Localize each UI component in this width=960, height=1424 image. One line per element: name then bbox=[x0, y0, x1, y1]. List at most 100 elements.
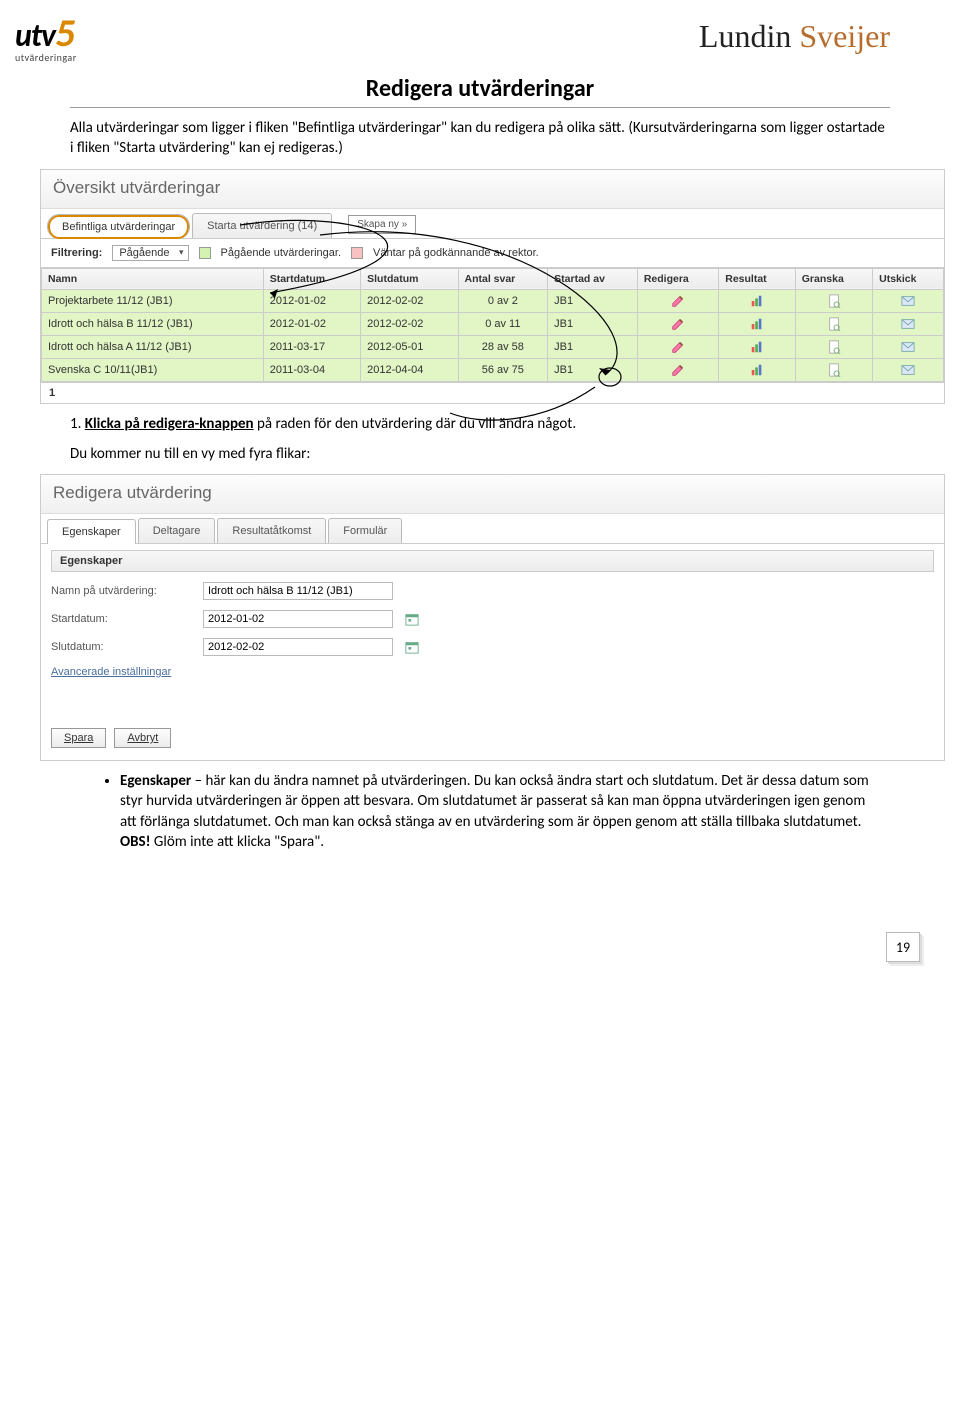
cell-mail[interactable] bbox=[873, 335, 944, 358]
mail-icon[interactable] bbox=[901, 363, 915, 377]
edit-icon[interactable] bbox=[671, 363, 685, 377]
tab-formular[interactable]: Formulär bbox=[328, 518, 402, 543]
cell-mail[interactable] bbox=[873, 312, 944, 335]
edit-panel: Redigera utvärdering Egenskaper Deltagar… bbox=[40, 474, 945, 761]
step-2: Du kommer nu till en vy med fyra flikar: bbox=[70, 444, 890, 464]
cell-review[interactable] bbox=[795, 358, 872, 381]
cell-result[interactable] bbox=[719, 289, 796, 312]
col-utskick[interactable]: Utskick bbox=[873, 268, 944, 289]
cell-review[interactable] bbox=[795, 289, 872, 312]
table-row: Svenska C 10/11(JB1)2011-03-042012-04-04… bbox=[42, 358, 944, 381]
page-number[interactable]: 1 bbox=[49, 387, 55, 399]
col-antal[interactable]: Antal svar bbox=[458, 268, 548, 289]
page-title: Redigera utvärderingar bbox=[70, 74, 890, 108]
section-egenskaper: Egenskaper bbox=[51, 550, 934, 572]
cell-edit[interactable] bbox=[637, 358, 718, 381]
cell-name: Svenska C 10/11(JB1) bbox=[42, 358, 264, 381]
cell-result[interactable] bbox=[719, 335, 796, 358]
cancel-button[interactable]: Avbryt bbox=[114, 728, 171, 748]
skapa-ny-button[interactable]: Skapa ny » bbox=[348, 215, 416, 234]
cell-edit[interactable] bbox=[637, 312, 718, 335]
filter-label: Filtrering: bbox=[51, 247, 102, 259]
col-slutdatum[interactable]: Slutdatum bbox=[361, 268, 458, 289]
cell-end: 2012-02-02 bbox=[361, 289, 458, 312]
col-startdatum[interactable]: Startdatum bbox=[263, 268, 360, 289]
cell-review[interactable] bbox=[795, 335, 872, 358]
overview-tabs: Befintliga utvärderingar Starta utvärder… bbox=[41, 213, 944, 239]
calendar-icon[interactable] bbox=[405, 640, 419, 654]
table-row: Idrott och hälsa B 11/12 (JB1)2012-01-02… bbox=[42, 312, 944, 335]
cell-by: JB1 bbox=[548, 358, 638, 381]
page-number-badge: 19 bbox=[886, 932, 920, 962]
col-granska[interactable]: Granska bbox=[795, 268, 872, 289]
cell-count: 28 av 58 bbox=[458, 335, 548, 358]
input-end[interactable] bbox=[203, 638, 393, 656]
logo-subtitle: utvärderingar bbox=[15, 51, 77, 64]
document-icon[interactable] bbox=[827, 317, 841, 331]
label-name: Namn på utvärdering: bbox=[51, 585, 191, 597]
logo-utv5: utv5 utvärderingar bbox=[15, 8, 77, 64]
cell-count: 56 av 75 bbox=[458, 358, 548, 381]
chart-icon[interactable] bbox=[750, 363, 764, 377]
tab-starta[interactable]: Starta utvärdering (14) bbox=[192, 213, 332, 238]
cell-start: 2011-03-04 bbox=[263, 358, 360, 381]
cell-mail[interactable] bbox=[873, 358, 944, 381]
cell-edit[interactable] bbox=[637, 335, 718, 358]
filter-row: Filtrering: Pågående Pågående utvärderin… bbox=[41, 239, 944, 268]
mail-icon[interactable] bbox=[901, 294, 915, 308]
input-start[interactable] bbox=[203, 610, 393, 628]
col-namn[interactable]: Namn bbox=[42, 268, 264, 289]
cell-result[interactable] bbox=[719, 358, 796, 381]
cell-end: 2012-05-01 bbox=[361, 335, 458, 358]
tab-befintliga[interactable]: Befintliga utvärderingar bbox=[47, 214, 190, 239]
tab-deltagare[interactable]: Deltagare bbox=[138, 518, 216, 543]
cell-name: Projektarbete 11/12 (JB1) bbox=[42, 289, 264, 312]
col-startadav[interactable]: Startad av bbox=[548, 268, 638, 289]
edit-icon[interactable] bbox=[671, 340, 685, 354]
bullet-list: Egenskaper – här kan du ändra namnet på … bbox=[120, 771, 870, 852]
overview-panel: Översikt utvärderingar Befintliga utvärd… bbox=[40, 169, 945, 404]
col-resultat[interactable]: Resultat bbox=[719, 268, 796, 289]
document-icon[interactable] bbox=[827, 363, 841, 377]
mail-icon[interactable] bbox=[901, 340, 915, 354]
edit-icon[interactable] bbox=[671, 317, 685, 331]
cell-by: JB1 bbox=[548, 289, 638, 312]
label-start: Startdatum: bbox=[51, 613, 191, 625]
chart-icon[interactable] bbox=[750, 294, 764, 308]
logo-five: 5 bbox=[55, 8, 74, 57]
bullet-egenskaper: Egenskaper – här kan du ändra namnet på … bbox=[120, 771, 870, 852]
overview-heading: Översikt utvärderingar bbox=[41, 170, 944, 209]
cell-review[interactable] bbox=[795, 312, 872, 335]
cell-end: 2012-04-04 bbox=[361, 358, 458, 381]
save-button[interactable]: Spara bbox=[51, 728, 106, 748]
cell-mail[interactable] bbox=[873, 289, 944, 312]
col-redigera[interactable]: Redigera bbox=[637, 268, 718, 289]
cell-by: JB1 bbox=[548, 312, 638, 335]
evaluations-table: Namn Startdatum Slutdatum Antal svar Sta… bbox=[41, 268, 944, 382]
legend-swatch-pink bbox=[351, 247, 363, 259]
cell-name: Idrott och hälsa B 11/12 (JB1) bbox=[42, 312, 264, 335]
cell-count: 0 av 2 bbox=[458, 289, 548, 312]
cell-result[interactable] bbox=[719, 312, 796, 335]
table-row: Projektarbete 11/12 (JB1)2012-01-022012-… bbox=[42, 289, 944, 312]
document-icon[interactable] bbox=[827, 340, 841, 354]
input-name[interactable] bbox=[203, 582, 393, 600]
advanced-settings-link[interactable]: Avancerade inställningar bbox=[51, 666, 171, 678]
tab-egenskaper[interactable]: Egenskaper bbox=[47, 519, 136, 544]
logo-text: utv bbox=[15, 16, 55, 55]
edit-icon[interactable] bbox=[671, 294, 685, 308]
cell-start: 2012-01-02 bbox=[263, 312, 360, 335]
filter-dropdown[interactable]: Pågående bbox=[112, 245, 188, 261]
calendar-icon[interactable] bbox=[405, 612, 419, 626]
pager: 1 bbox=[41, 382, 944, 403]
tab-resultatatkomst[interactable]: Resultatåtkomst bbox=[217, 518, 326, 543]
cell-count: 0 av 11 bbox=[458, 312, 548, 335]
chart-icon[interactable] bbox=[750, 317, 764, 331]
mail-icon[interactable] bbox=[901, 317, 915, 331]
chart-icon[interactable] bbox=[750, 340, 764, 354]
document-icon[interactable] bbox=[827, 294, 841, 308]
brand-lundin-sveijer: Lundin Sveijer bbox=[699, 18, 890, 55]
cell-edit[interactable] bbox=[637, 289, 718, 312]
cell-start: 2012-01-02 bbox=[263, 289, 360, 312]
legend-swatch-green bbox=[199, 247, 211, 259]
